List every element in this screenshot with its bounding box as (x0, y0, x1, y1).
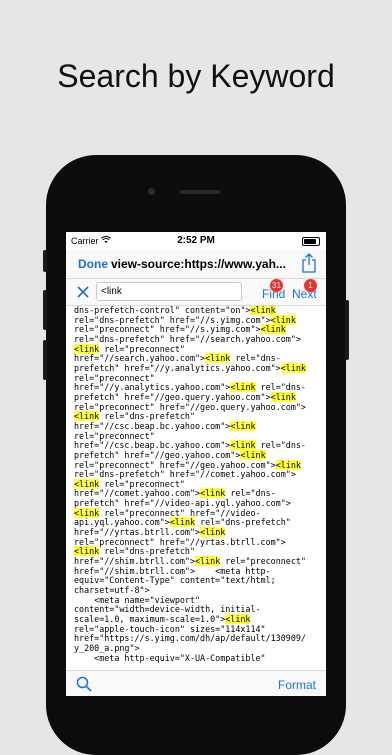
source-text: rel="dns- (255, 382, 306, 393)
promo-headline: Search by Keyword (57, 58, 335, 94)
navigation-bar: Done view-source:https://www.yah... (66, 250, 326, 279)
source-text: rel="dns-prefetch" (195, 517, 291, 528)
source-text: api.yql.yahoo.com"> (74, 517, 170, 528)
source-text: prefetch" href="//video-api.yql.yahoo.co… (74, 498, 291, 509)
search-match-highlight: <link (230, 440, 256, 451)
source-text: rel="preconnect" href="//video- (99, 507, 261, 518)
search-match-highlight: <link (200, 488, 226, 499)
bottom-toolbar: Format (66, 670, 326, 696)
close-icon[interactable] (75, 284, 91, 300)
search-match-highlight: <link (169, 517, 196, 528)
search-match-highlight: <link (200, 527, 226, 538)
search-match-highlight: <link (270, 314, 296, 325)
front-camera (148, 188, 155, 195)
source-text: href="//comet.yahoo.com"> (74, 488, 201, 499)
source-text: href="//y.analytics.yahoo.com"> (74, 382, 231, 393)
search-icon[interactable] (76, 676, 92, 692)
source-text: prefetch" href="//geo.yahoo.com"> (74, 449, 241, 460)
source-text: rel="preconnect" (220, 556, 306, 567)
source-text: href="//csc.beap.bc.yahoo.com"> (74, 440, 231, 451)
search-match-highlight: <link (205, 353, 231, 364)
source-text: rel="dns-prefetch" href="//s.yimg.com"> (74, 314, 271, 325)
source-text: rel="preconnect" (74, 430, 155, 441)
find-input[interactable]: <link (96, 282, 242, 301)
search-match-highlight: <link (225, 614, 251, 624)
source-text: href="https://s.yimg.com/dh/ap/default/1… (74, 633, 306, 644)
source-text: <meta name="viewport" (74, 594, 201, 605)
page-title: view-source:https://www.yah... (111, 257, 286, 271)
search-match-highlight: <link (74, 478, 100, 489)
share-icon[interactable] (300, 253, 318, 273)
search-match-highlight: <link (275, 459, 301, 470)
format-button[interactable]: Format (278, 678, 316, 692)
earpiece-speaker (180, 190, 220, 194)
search-match-highlight: <link (230, 420, 256, 431)
source-text: content="width=device-width, initial- (74, 604, 261, 615)
source-text: href="//yrtas.btrll.com"> (74, 527, 201, 538)
source-text: rel="dns-prefetch" (99, 546, 196, 557)
source-text: rel="preconnect" (99, 478, 185, 489)
search-match-highlight: <link (74, 343, 100, 354)
search-match-highlight: <link (74, 507, 100, 518)
find-bar: <link Find 31 Next 1 (66, 279, 326, 306)
search-match-highlight: <link (270, 391, 296, 402)
source-text: equiv="Content-Type" content="text/html; (74, 575, 276, 586)
source-text: scale=1.0, maximum-scale=1.0"> (74, 614, 226, 624)
source-text: rel="dns- (230, 353, 281, 364)
phone-volume-down-button (43, 340, 47, 380)
search-match-highlight: <link (280, 362, 306, 373)
source-text: rel="dns-prefetch" href="//comet.yahoo.c… (74, 469, 296, 480)
source-text: charset=utf-8"> (74, 585, 150, 596)
search-match-highlight: <link (260, 324, 286, 335)
phone-screen: Carrier 2:52 PM Done view-source:https:/… (66, 232, 326, 696)
source-text: rel="preconnect" href="//geo.query.yahoo… (74, 401, 306, 412)
phone-side-button (43, 250, 47, 272)
source-text: y_200_a.png"> (74, 642, 140, 653)
source-text: href="//csc.beap.bc.yahoo.com"> (74, 420, 231, 431)
source-text: rel="dns-prefetch" href="//search.yahoo.… (74, 333, 301, 344)
source-text: rel="preconnect" href="//s.yimg.com"> (74, 324, 261, 335)
search-match-highlight: <link (74, 546, 100, 557)
source-text: rel="apple-touch-icon" sizes="114x114" (74, 623, 266, 634)
find-count-badge: 31 (270, 279, 283, 292)
source-text: rel="dns- (255, 440, 306, 451)
source-text: <meta http-equiv="X-UA-Compatible" (74, 652, 266, 663)
source-text: href="//search.yahoo.com"> (74, 353, 206, 364)
status-bar: Carrier 2:52 PM (66, 232, 326, 250)
next-count-badge: 1 (304, 279, 317, 292)
source-text: prefetch" href="//geo.query.yahoo.com"> (74, 391, 271, 402)
phone-volume-up-button (43, 290, 47, 330)
source-text: dns-prefetch-control" content="on"> (74, 306, 251, 315)
search-match-highlight: <link (195, 556, 221, 567)
search-match-highlight: <link (74, 411, 100, 422)
source-text: rel="dns-prefetch" (99, 411, 196, 422)
source-text: rel="dns- (225, 488, 276, 499)
source-text: href="//shim.btrll.com"> <meta http- (74, 565, 271, 576)
source-text: rel="preconnect" href="//geo.yahoo.com"> (74, 459, 276, 470)
search-match-highlight: <link (250, 306, 276, 315)
search-match-highlight: <link (240, 449, 266, 460)
source-code-view[interactable]: dns-prefetch-control" content="on"><link… (66, 306, 326, 670)
phone-power-button (345, 300, 349, 360)
source-text: href="//shim.btrll.com"> (74, 556, 196, 567)
source-text: rel="preconnect" (74, 372, 155, 383)
source-text: rel="preconnect" href="//yrtas.btrll.com… (74, 536, 286, 547)
source-text: prefetch" href="//y.analytics.yahoo.com"… (74, 362, 281, 373)
status-time: 2:52 PM (177, 235, 215, 246)
source-text: rel="preconnect" (99, 343, 185, 354)
search-match-highlight: <link (230, 382, 256, 393)
source-line: <meta http-equiv="X-UA-Compatible" (74, 652, 318, 664)
done-button[interactable]: Done (78, 257, 108, 271)
battery-icon (302, 237, 320, 246)
